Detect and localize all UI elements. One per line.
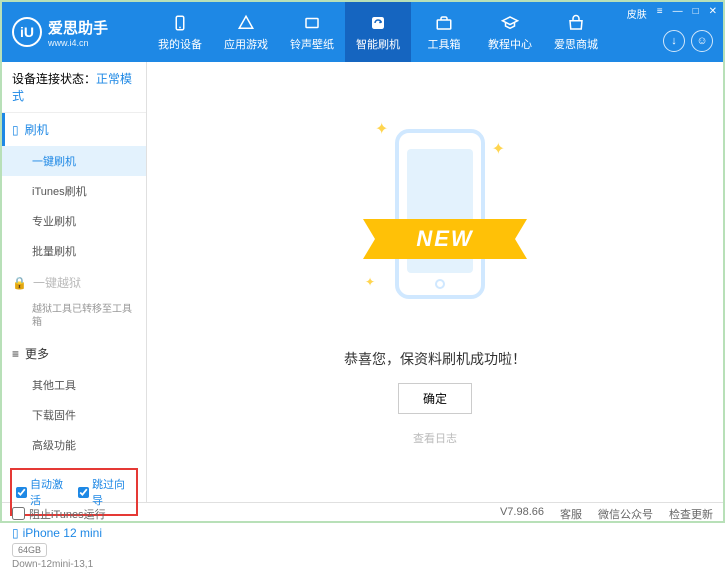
device-name[interactable]: ▯iPhone 12 mini xyxy=(12,526,136,540)
tab-apps[interactable]: 应用游戏 xyxy=(213,2,279,62)
sidebar-pro-flash[interactable]: 专业刷机 xyxy=(2,206,146,236)
device-info: ▯iPhone 12 mini 64GB Down-12mini-13,1 xyxy=(2,520,146,576)
phone-illustration: ✦ ✦ ✦ NEW xyxy=(365,119,505,319)
block-itunes-checkbox[interactable]: 阻止iTunes运行 xyxy=(12,506,106,522)
tab-toolbox[interactable]: 工具箱 xyxy=(411,2,477,62)
sparkle-icon: ✦ xyxy=(492,139,505,159)
main-content: ✦ ✦ ✦ NEW 恭喜您，保资料刷机成功啦！ 确定 查看日志 xyxy=(147,62,723,502)
app-url: www.i4.cn xyxy=(48,38,108,48)
wechat-link[interactable]: 微信公众号 xyxy=(598,506,653,522)
sparkle-icon: ✦ xyxy=(365,275,375,289)
window-controls: 皮肤 ≡ — □ ✕ xyxy=(627,6,717,21)
close-button[interactable]: ✕ xyxy=(709,6,717,21)
sidebar-flash[interactable]: ▯刷机 xyxy=(2,113,146,146)
apps-icon xyxy=(236,13,256,33)
update-link[interactable]: 检查更新 xyxy=(669,506,713,522)
phone-body xyxy=(395,129,485,299)
sidebar-jailbreak: 🔒一键越狱 xyxy=(2,266,146,299)
tab-flash[interactable]: 智能刷机 xyxy=(345,2,411,62)
storage-badge: 64GB xyxy=(12,543,47,557)
nav-tabs: 我的设备 应用游戏 铃声壁纸 智能刷机 工具箱 教程中心 爱思商城 xyxy=(147,2,609,62)
sidebar-oneclick-flash[interactable]: 一键刷机 xyxy=(2,146,146,176)
sidebar-batch-flash[interactable]: 批量刷机 xyxy=(2,236,146,266)
sidebar-more[interactable]: ≡更多 xyxy=(2,337,146,370)
skip-guide-checkbox[interactable]: 跳过向导 xyxy=(78,476,132,508)
header: iU 爱思助手 www.i4.cn 我的设备 应用游戏 铃声壁纸 智能刷机 工具… xyxy=(2,2,723,62)
toolbox-icon xyxy=(434,13,454,33)
phone-icon: ▯ xyxy=(12,123,19,137)
account-button[interactable]: ☺ xyxy=(691,30,713,52)
sidebar-advanced[interactable]: 高级功能 xyxy=(2,430,146,460)
flash-icon xyxy=(368,13,388,33)
store-icon xyxy=(566,13,586,33)
tab-tutorials[interactable]: 教程中心 xyxy=(477,2,543,62)
download-button[interactable]: ↓ xyxy=(663,30,685,52)
firmware-label: Down-12mini-13,1 xyxy=(12,559,136,570)
logo-icon: iU xyxy=(12,17,42,47)
device-icon xyxy=(170,13,190,33)
header-right: ↓ ☺ xyxy=(663,30,713,52)
tab-ringtones[interactable]: 铃声壁纸 xyxy=(279,2,345,62)
sidebar-other-tools[interactable]: 其他工具 xyxy=(2,370,146,400)
lock-icon: 🔒 xyxy=(12,276,27,290)
view-log-link[interactable]: 查看日志 xyxy=(413,430,457,446)
minimize-button[interactable]: — xyxy=(673,6,683,21)
menu-button[interactable]: ≡ xyxy=(657,6,663,21)
version-label: V7.98.66 xyxy=(500,506,544,522)
maximize-button[interactable]: □ xyxy=(693,6,699,21)
phone-small-icon: ▯ xyxy=(12,526,19,540)
tutorial-icon xyxy=(500,13,520,33)
sparkle-icon: ✦ xyxy=(375,119,388,139)
success-message: 恭喜您，保资料刷机成功啦！ xyxy=(344,349,526,369)
app-title: 爱思助手 xyxy=(48,17,108,38)
skin-button[interactable]: 皮肤 xyxy=(627,6,647,21)
auto-activate-checkbox[interactable]: 自动激活 xyxy=(16,476,70,508)
tab-my-device[interactable]: 我的设备 xyxy=(147,2,213,62)
logo-area: iU 爱思助手 www.i4.cn xyxy=(12,17,147,48)
service-link[interactable]: 客服 xyxy=(560,506,582,522)
sidebar-itunes-flash[interactable]: iTunes刷机 xyxy=(2,176,146,206)
sidebar-download-fw[interactable]: 下载固件 xyxy=(2,400,146,430)
new-ribbon: NEW xyxy=(375,219,515,259)
connection-status: 设备连接状态：正常模式 xyxy=(2,62,146,113)
jailbreak-note: 越狱工具已转移至工具箱 xyxy=(2,299,146,337)
ok-button[interactable]: 确定 xyxy=(398,383,472,414)
sidebar: 设备连接状态：正常模式 ▯刷机 一键刷机 iTunes刷机 专业刷机 批量刷机 … xyxy=(2,62,147,502)
tab-store[interactable]: 爱思商城 xyxy=(543,2,609,62)
wallpaper-icon xyxy=(302,13,322,33)
more-icon: ≡ xyxy=(12,347,19,361)
